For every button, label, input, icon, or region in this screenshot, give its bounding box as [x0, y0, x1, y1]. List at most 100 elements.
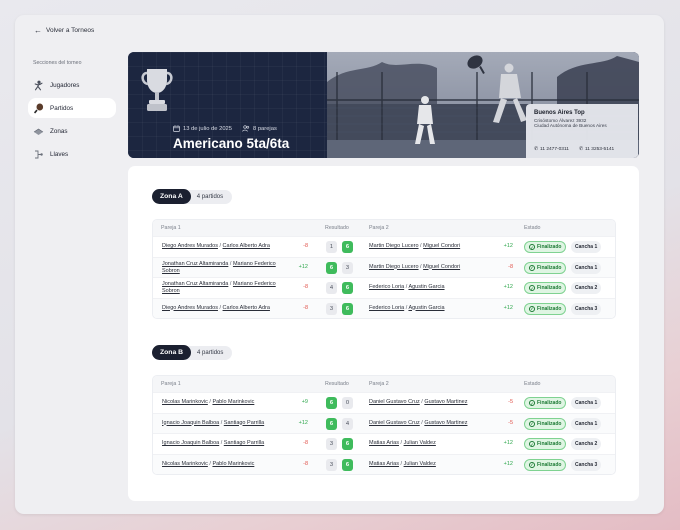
- player-link[interactable]: Federico Loria: [369, 284, 404, 290]
- score-pair1: 3: [326, 302, 337, 315]
- court-badge: Cancha 3: [571, 302, 602, 315]
- table-row[interactable]: Jonathan Cruz Altamiranda / Mariano Fede…: [153, 256, 615, 277]
- venue-address-line2: Ciudad Autónoma de Buenos Aires: [534, 123, 607, 128]
- col-pareja2: Pareja 2: [369, 225, 389, 231]
- calendar-icon: [173, 125, 180, 132]
- sidebar-item-label: Jugadores: [50, 81, 80, 89]
- check-circle-icon: ✓: [529, 400, 535, 406]
- pair2-cell: Matias Arias / Julian Valdez: [369, 440, 436, 446]
- status-label: Finalizado: [537, 305, 562, 312]
- table-row[interactable]: Diego Andres Murados / Carlos Alberto Ad…: [153, 236, 615, 257]
- player-link[interactable]: Santiago Parrilla: [224, 420, 264, 426]
- sidebar-item-zonas[interactable]: Zonas: [28, 121, 116, 141]
- court-badge: Cancha 2: [571, 438, 602, 450]
- player-link[interactable]: Jonathan Cruz Altamiranda: [162, 281, 228, 287]
- pair2-cell: Daniel Gustavo Cruz / Gustavo Martinez: [369, 419, 468, 426]
- table-row[interactable]: Jonathan Cruz Altamiranda / Mariano Fede…: [153, 277, 615, 298]
- player-link[interactable]: Gustavo Martinez: [424, 420, 467, 426]
- player-link[interactable]: Diego Andres Murados: [162, 305, 218, 311]
- score-pair1: 6: [326, 417, 337, 430]
- pair2-diff: -5: [508, 419, 513, 426]
- pair1-cell: Ignacio Joaquin Balboa / Santiago Parril…: [162, 440, 265, 446]
- player-link[interactable]: Gustavo Martinez: [424, 399, 467, 405]
- player-link[interactable]: Julian Valdez: [404, 461, 436, 467]
- table-row[interactable]: Ignacio Joaquin Balboa / Santiago Parril…: [153, 412, 615, 433]
- pair2-diff: -5: [508, 399, 513, 405]
- sidebar-item-jugadores[interactable]: Jugadores: [28, 75, 116, 95]
- back-label: Volver a Torneos: [46, 27, 95, 34]
- pair2-cell: Federico Loria / Agustin Garcia: [369, 284, 445, 290]
- pair2-cell: Martin Diego Lucero / Miguel Condori: [369, 263, 461, 270]
- sidebar-item-llaves[interactable]: Llaves: [28, 144, 116, 164]
- col-resultado: Resultado: [325, 381, 349, 387]
- table-row[interactable]: Ignacio Joaquin Balboa / Santiago Parril…: [153, 433, 615, 454]
- pair2-cell: Federico Loria / Agustin Garcia: [369, 304, 445, 311]
- status-badge: ✓ Finalizado: [524, 302, 567, 315]
- score-pair1: 6: [326, 261, 337, 274]
- player-link[interactable]: Julian Valdez: [404, 440, 436, 446]
- player-link[interactable]: Miguel Condori: [423, 243, 460, 249]
- player-link[interactable]: Nicolas Marinkovic: [162, 461, 208, 467]
- player-link[interactable]: Agustin Garcia: [408, 305, 444, 311]
- back-to-tournaments-link[interactable]: ← Volver a Torneos: [34, 26, 94, 35]
- users-icon: [242, 125, 250, 132]
- score-pair2: 6: [342, 438, 353, 450]
- player-link[interactable]: Daniel Gustavo Cruz: [369, 420, 420, 426]
- status-badge: ✓ Finalizado: [524, 438, 567, 450]
- player-link[interactable]: Agustin Garcia: [408, 284, 444, 290]
- player-link[interactable]: Matias Arias: [369, 440, 399, 446]
- player-link[interactable]: Daniel Gustavo Cruz: [369, 399, 420, 405]
- player-link[interactable]: Martin Diego Lucero: [369, 243, 419, 249]
- check-circle-icon: ✓: [529, 264, 535, 271]
- pair1-cell: Nicolas Marinkovic / Pablo Marinkovic: [162, 460, 255, 467]
- player-link[interactable]: Ignacio Joaquin Balboa: [162, 420, 219, 426]
- tournament-date: 13 de julio de 2025: [183, 125, 232, 132]
- player-link[interactable]: Pablo Marinkovic: [212, 399, 254, 405]
- check-circle-icon: ✓: [529, 305, 535, 312]
- table-row[interactable]: Nicolas Marinkovic / Pablo Marinkovic -8…: [153, 453, 615, 474]
- player-link[interactable]: Carlos Alberto Adra: [223, 243, 270, 249]
- pair2-diff: +12: [503, 460, 513, 467]
- zone-count: 4 partidos: [185, 345, 233, 360]
- zone-tab[interactable]: Zona B: [152, 345, 192, 360]
- player-link[interactable]: Santiago Parrilla: [224, 440, 264, 446]
- pair1-cell: Ignacio Joaquin Balboa / Santiago Parril…: [162, 419, 265, 426]
- status-label: Finalizado: [537, 285, 562, 291]
- phone-entry[interactable]: ✆ 11 2477-0311: [534, 147, 569, 152]
- phone-entry[interactable]: ✆ 11 3253-5141: [579, 147, 614, 152]
- venue-name: Buenos Aires Top: [534, 110, 585, 116]
- paddle-icon: [33, 103, 44, 114]
- table-row[interactable]: Nicolas Marinkovic / Pablo Marinkovic +9…: [153, 392, 615, 413]
- player-link[interactable]: Matias Arias: [369, 461, 399, 467]
- zone-tab[interactable]: Zona A: [152, 189, 191, 204]
- table-row[interactable]: Diego Andres Murados / Carlos Alberto Ad…: [153, 297, 615, 318]
- player-link[interactable]: Carlos Alberto Adra: [223, 305, 270, 311]
- pairs-meta: 8 parejas: [242, 125, 277, 132]
- check-circle-icon: ✓: [529, 461, 535, 468]
- score-pair2: 6: [342, 282, 353, 294]
- sidebar-item-label: Partidos: [50, 104, 74, 112]
- col-pareja2: Pareja 2: [369, 381, 389, 387]
- status-badge: ✓ Finalizado: [524, 417, 567, 430]
- pair1-diff: +12: [298, 419, 308, 426]
- score-pair2: 4: [342, 417, 353, 430]
- col-pareja1: Pareja 1: [161, 381, 181, 387]
- check-circle-icon: ✓: [529, 244, 535, 250]
- player-link[interactable]: Jonathan Cruz Altamiranda: [162, 261, 228, 267]
- player-link[interactable]: Ignacio Joaquin Balboa: [162, 440, 219, 446]
- status-badge: ✓ Finalizado: [524, 261, 567, 274]
- score-pair1: 4: [326, 282, 337, 294]
- status-label: Finalizado: [537, 400, 562, 406]
- player-link[interactable]: Martin Diego Lucero: [369, 264, 419, 270]
- player-link[interactable]: Federico Loria: [369, 305, 404, 311]
- player-link[interactable]: Nicolas Marinkovic: [162, 399, 208, 405]
- player-link[interactable]: Miguel Condori: [423, 264, 460, 270]
- score-pair1: 6: [326, 397, 337, 409]
- app-window: ← Volver a Torneos Secciones del torneo …: [15, 15, 664, 514]
- table-header: Pareja 1 Resultado Pareja 2 Estado: [153, 376, 615, 392]
- matches-table: Pareja 1 Resultado Pareja 2 Estado Nicol…: [152, 375, 616, 475]
- player-link[interactable]: Pablo Marinkovic: [212, 461, 254, 467]
- player-link[interactable]: Diego Andres Murados: [162, 243, 218, 249]
- sidebar-item-partidos[interactable]: Partidos: [28, 98, 116, 118]
- sidebar-item-label: Llaves: [50, 150, 69, 158]
